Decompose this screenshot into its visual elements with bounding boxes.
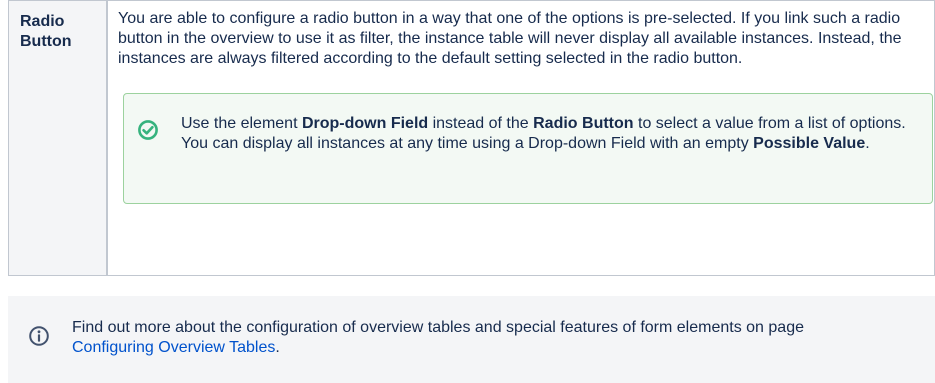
page: Radio Button You are able to configure a…: [0, 0, 935, 383]
description-text: You are able to configure a radio button…: [118, 10, 902, 67]
info-panel: Find out more about the configuration of…: [8, 296, 935, 383]
tip-bold-possible-value: Possible Value: [753, 135, 866, 152]
row-header: Radio Button: [20, 13, 72, 50]
info-icon: [29, 326, 49, 346]
info-text-part: Find out more about the configuration of…: [72, 319, 804, 336]
tip-text-part: .: [865, 135, 870, 152]
tip-bold-dropdown-field: Drop-down Field: [301, 115, 429, 132]
tip-bold-radio-button: Radio Button: [533, 115, 634, 132]
configuring-overview-tables-link[interactable]: Configuring Overview Tables: [72, 339, 275, 356]
info-text: Find out more about the configuration of…: [72, 318, 832, 358]
table-row: Radio Button You are able to configure a…: [8, 0, 935, 276]
elements-table: Radio Button You are able to configure a…: [8, 0, 935, 276]
check-circle-icon: [138, 120, 158, 140]
info-text-part: .: [275, 339, 280, 356]
tip-text-part: instead of the: [428, 115, 534, 132]
row-header-cell: Radio Button: [8, 0, 108, 276]
tip-panel: Use the element Drop-down Field instead …: [123, 93, 933, 204]
tip-text-part: Use the element: [181, 115, 302, 132]
row-body-cell: You are able to configure a radio button…: [106, 0, 935, 276]
tip-text: Use the element Drop-down Field instead …: [181, 114, 916, 154]
